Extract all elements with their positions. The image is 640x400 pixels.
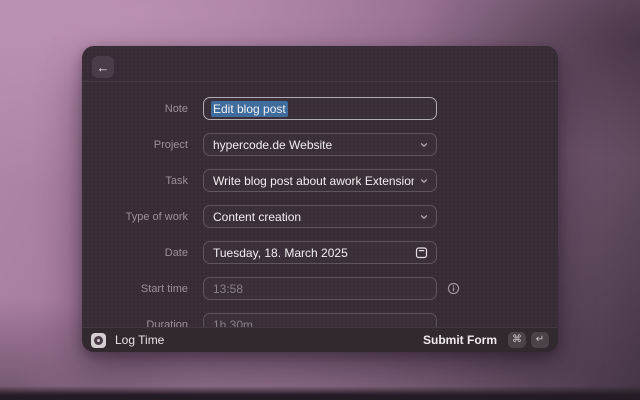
field-row-task: Task Write blog post about awork Extensi… bbox=[82, 169, 558, 192]
project-label: Project bbox=[82, 138, 188, 151]
cmd-key-icon: ⌘ bbox=[508, 332, 526, 348]
note-value: Edit blog post bbox=[211, 101, 288, 117]
task-label: Task bbox=[82, 174, 188, 187]
submit-form-label: Submit Form bbox=[423, 333, 497, 347]
window-header: ← bbox=[82, 46, 558, 82]
type-of-work-value: Content creation bbox=[213, 210, 301, 224]
note-input[interactable]: Edit blog post bbox=[203, 97, 437, 120]
start-time-value: 13:58 bbox=[213, 282, 243, 296]
project-value: hypercode.de Website bbox=[213, 138, 332, 152]
back-arrow-icon: ← bbox=[97, 61, 110, 74]
awork-logo-icon bbox=[91, 333, 106, 348]
info-icon[interactable] bbox=[447, 282, 460, 295]
chevron-down-icon bbox=[420, 177, 428, 185]
type-of-work-label: Type of work bbox=[82, 210, 188, 223]
date-label: Date bbox=[82, 246, 188, 259]
return-key-icon: ↵ bbox=[531, 332, 549, 348]
start-time-label: Start time bbox=[82, 282, 188, 295]
action-bar: Log Time Submit Form ⌘ ↵ bbox=[82, 327, 558, 352]
field-row-note: Note Edit blog post bbox=[82, 97, 558, 120]
date-picker[interactable]: Tuesday, 18. March 2025 bbox=[203, 241, 437, 264]
note-label: Note bbox=[82, 102, 188, 115]
project-dropdown[interactable]: hypercode.de Website bbox=[203, 133, 437, 156]
start-time-input[interactable]: 13:58 bbox=[203, 277, 437, 300]
submit-action[interactable]: Submit Form ⌘ ↵ bbox=[423, 332, 549, 348]
task-value: Write blog post about awork Extension fo… bbox=[213, 174, 414, 188]
chevron-down-icon bbox=[420, 141, 428, 149]
task-dropdown[interactable]: Write blog post about awork Extension fo… bbox=[203, 169, 437, 192]
date-value: Tuesday, 18. March 2025 bbox=[213, 246, 348, 260]
command-title: Log Time bbox=[115, 333, 164, 347]
back-button[interactable]: ← bbox=[92, 56, 114, 78]
desktop-bottom-edge bbox=[0, 386, 640, 400]
field-row-start-time: Start time 13:58 bbox=[82, 277, 558, 300]
calendar-icon[interactable] bbox=[415, 246, 428, 259]
field-row-project: Project hypercode.de Website bbox=[82, 133, 558, 156]
log-time-form: Note Edit blog post Project hypercode.de… bbox=[82, 83, 558, 352]
raycast-window: ← Note Edit blog post Project hypercode.… bbox=[82, 46, 558, 352]
chevron-down-icon bbox=[420, 213, 428, 221]
field-row-type-of-work: Type of work Content creation bbox=[82, 205, 558, 228]
type-of-work-dropdown[interactable]: Content creation bbox=[203, 205, 437, 228]
field-row-date: Date Tuesday, 18. March 2025 bbox=[82, 241, 558, 264]
